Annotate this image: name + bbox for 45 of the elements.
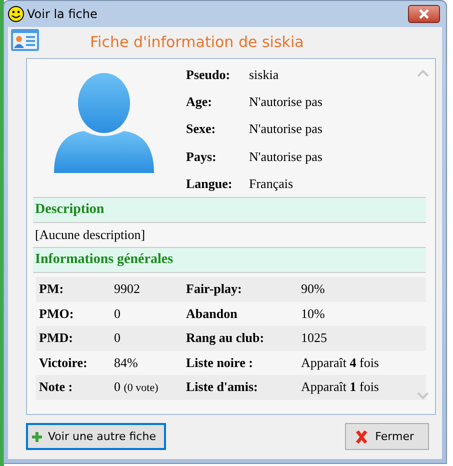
field-value: N'autorise pas [249, 121, 322, 138]
vote-count: (0 vote) [124, 382, 158, 394]
field-label: Pays: [186, 148, 218, 166]
stat-value: 9902 [114, 281, 140, 296]
stat-value: Apparaît 1 fois [301, 379, 380, 396]
close-icon [418, 9, 430, 19]
stat-label: Fair-play: [186, 281, 243, 298]
smiley-icon [8, 6, 24, 22]
stat-label: Rang au club: [186, 330, 266, 346]
plus-icon [32, 432, 42, 442]
stat-label: Note : [39, 379, 74, 396]
stat-value: 10% [301, 306, 326, 322]
close-dialog-button[interactable]: Fermer [345, 423, 429, 450]
stat-label: PMD: [39, 330, 74, 346]
description-text: [Aucune description] [35, 227, 146, 242]
close-button[interactable] [408, 5, 440, 23]
window-title: Voir la fiche [27, 7, 98, 21]
section-heading: Informations générales [33, 247, 426, 273]
field-label: Pseudo: [186, 67, 232, 84]
field-label: Age: [186, 94, 213, 112]
stat-label: PM: [39, 281, 65, 298]
close-icon [354, 428, 370, 444]
field-value: Français [249, 176, 294, 193]
scroll-up-icon[interactable] [417, 69, 429, 77]
stat-label: Liste d'amis: [186, 379, 259, 396]
stat-value: 84% [114, 354, 138, 370]
stat-label: Victoire: [39, 354, 88, 371]
stat-value: 1025 [301, 330, 328, 346]
field-label: Sexe: [186, 121, 217, 138]
stat-label: Abandon [186, 306, 238, 322]
field-value: siskia [249, 67, 280, 84]
field-value: N'autorise pas [249, 94, 322, 112]
field-value: N'autorise pas [249, 148, 322, 166]
stat-label: Liste noire : [186, 354, 254, 371]
stat-value: 90% [301, 281, 326, 298]
field-label: Langue: [186, 176, 234, 193]
stat-value: 0 [114, 306, 120, 321]
dialog-heading: Fiche d'information de siskia [90, 33, 304, 51]
stat-value: Apparaît 4 fois [301, 354, 380, 371]
view-other-button[interactable]: Voir une autre fiche [26, 423, 166, 450]
stat-label: PMO: [39, 306, 75, 322]
stat-value: 0 [114, 379, 120, 394]
section-heading: Description [33, 197, 426, 223]
stat-value: 0 [114, 330, 120, 346]
scroll-down-icon[interactable] [417, 392, 429, 400]
